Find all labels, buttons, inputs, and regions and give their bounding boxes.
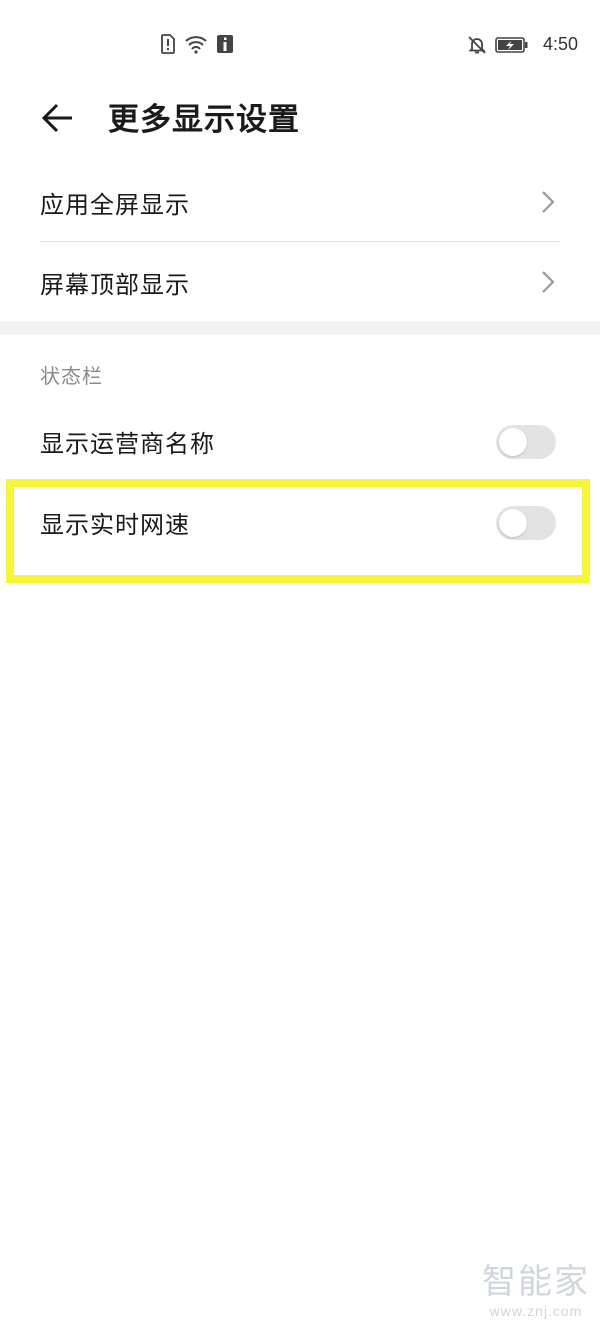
chevron-right-icon bbox=[542, 191, 555, 213]
row-label: 屏幕顶部显示 bbox=[40, 270, 190, 299]
battery-charging-icon bbox=[495, 36, 529, 54]
carrier-name-toggle[interactable] bbox=[496, 425, 556, 459]
status-bar-right: 4:50 bbox=[467, 34, 578, 55]
back-button[interactable] bbox=[36, 94, 84, 142]
section-header-status-bar: 状态栏 bbox=[40, 364, 103, 388]
wifi-icon bbox=[184, 34, 208, 54]
row-screen-top-display[interactable]: 屏幕顶部显示 bbox=[40, 242, 560, 322]
row-label: 应用全屏显示 bbox=[40, 190, 190, 219]
arrow-left-icon bbox=[41, 103, 72, 133]
toggle-knob bbox=[499, 428, 527, 456]
page-title: 更多显示设置 bbox=[108, 102, 300, 138]
bell-muted-icon bbox=[467, 35, 487, 55]
status-bar-left bbox=[160, 34, 234, 54]
watermark: 智能家 www.znj.com bbox=[482, 1254, 590, 1319]
watermark-logo: 智能家 bbox=[482, 1262, 590, 1302]
network-speed-toggle[interactable] bbox=[496, 506, 556, 540]
watermark-url: www.znj.com bbox=[489, 1303, 583, 1319]
row-app-fullscreen[interactable]: 应用全屏显示 bbox=[40, 162, 560, 242]
status-time: 4:50 bbox=[542, 34, 578, 54]
status-bar: 4:50 bbox=[0, 0, 600, 90]
toggle-knob bbox=[499, 509, 527, 537]
row-label: 显示实时网速 bbox=[40, 510, 190, 539]
sim-alert-icon bbox=[160, 34, 176, 54]
screen: 4:50 更多显示设置 应用全屏显示 屏幕顶部显示 状态栏 显示运营商名称 显示… bbox=[0, 0, 600, 1333]
info-notification-icon bbox=[216, 34, 234, 54]
row-show-carrier-name[interactable]: 显示运营商名称 bbox=[40, 401, 560, 481]
chevron-right-icon bbox=[542, 271, 555, 293]
row-show-network-speed[interactable]: 显示实时网速 bbox=[40, 482, 560, 562]
row-label: 显示运营商名称 bbox=[40, 429, 215, 458]
section-separator bbox=[0, 321, 600, 335]
header: 更多显示设置 bbox=[0, 90, 600, 150]
